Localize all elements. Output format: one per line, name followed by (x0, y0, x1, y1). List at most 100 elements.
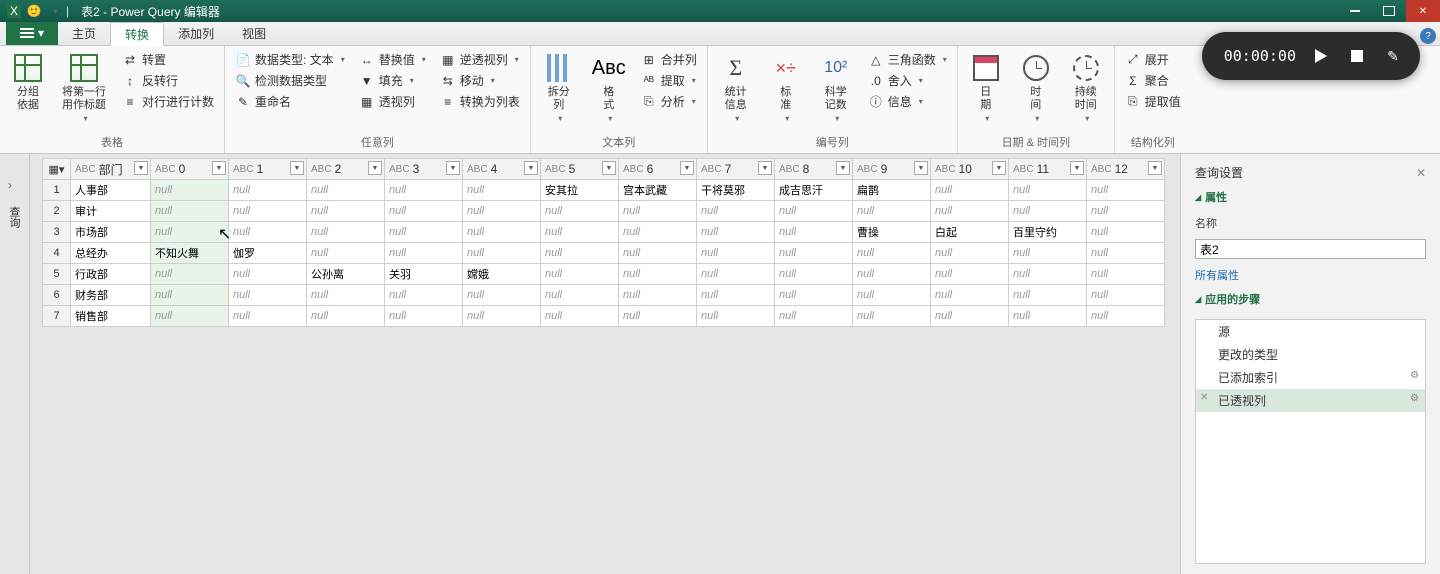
applied-step[interactable]: 更改的类型 (1196, 343, 1425, 366)
cell[interactable]: 市场部 (71, 222, 151, 243)
queries-pane-collapsed[interactable]: › 查询 (0, 154, 30, 574)
cell[interactable]: null (541, 201, 619, 222)
cell[interactable]: 曹操 (853, 222, 931, 243)
cell[interactable]: 公孙离 (307, 264, 385, 285)
step-settings-icon[interactable]: ⚙ (1410, 370, 1419, 381)
unpivot-button[interactable]: ▦逆透视列 (438, 50, 522, 69)
row-number[interactable]: 7 (43, 306, 71, 327)
file-tab[interactable]: ▾ (6, 21, 58, 45)
cell[interactable]: null (931, 306, 1009, 327)
data-grid[interactable]: ▦▾ABC部门▼ABC0▼ABC1▼ABC2▼ABC3▼ABC4▼ABC5▼AB… (42, 158, 1165, 327)
cell[interactable]: null (385, 222, 463, 243)
cell[interactable]: 人事部 (71, 180, 151, 201)
cell[interactable]: null (151, 222, 229, 243)
cell[interactable]: null (853, 306, 931, 327)
close-button[interactable] (1406, 0, 1440, 22)
expand-button[interactable]: ⤢展开 (1123, 50, 1183, 69)
cell[interactable]: null (931, 264, 1009, 285)
column-header[interactable]: ABC部门▼ (71, 159, 151, 180)
cell[interactable]: 扁鹊 (853, 180, 931, 201)
cell[interactable]: null (1087, 306, 1165, 327)
cell[interactable]: null (1087, 222, 1165, 243)
cell[interactable]: 总经办 (71, 243, 151, 264)
cell[interactable]: null (775, 285, 853, 306)
cell[interactable]: null (619, 222, 697, 243)
all-properties-link[interactable]: 所有属性 (1195, 267, 1426, 283)
applied-steps-section[interactable]: 应用的步骤 (1195, 291, 1426, 307)
applied-step[interactable]: ✕已透视列⚙ (1196, 389, 1425, 412)
cell[interactable]: null (931, 243, 1009, 264)
step-settings-icon[interactable]: ⚙ (1410, 393, 1419, 404)
cell[interactable]: null (1087, 243, 1165, 264)
cell[interactable]: null (307, 180, 385, 201)
filter-icon[interactable]: ▼ (602, 161, 616, 175)
cell[interactable]: null (463, 180, 541, 201)
query-name-input[interactable] (1195, 239, 1426, 259)
cell[interactable]: 嫦娥 (463, 264, 541, 285)
cell[interactable]: null (619, 264, 697, 285)
format-button[interactable]: Aʙᴄ格式 (589, 50, 629, 125)
column-header[interactable]: ABC1▼ (229, 159, 307, 180)
cell[interactable]: null (1009, 243, 1087, 264)
cell[interactable]: null (463, 222, 541, 243)
cell[interactable]: null (1009, 180, 1087, 201)
cell[interactable]: 伽罗 (229, 243, 307, 264)
cell[interactable]: null (853, 243, 931, 264)
cell[interactable]: null (151, 285, 229, 306)
cell[interactable]: null (151, 306, 229, 327)
table-row[interactable]: 6财务部nullnullnullnullnullnullnullnullnull… (43, 285, 1165, 306)
cell[interactable]: null (151, 180, 229, 201)
datatype-button[interactable]: 📄数据类型: 文本 (233, 50, 347, 69)
cell[interactable]: null (697, 306, 775, 327)
qat-dropdown[interactable] (46, 3, 62, 19)
cell[interactable]: null (385, 306, 463, 327)
cell[interactable]: null (229, 306, 307, 327)
cell[interactable]: null (229, 180, 307, 201)
cell[interactable]: null (385, 201, 463, 222)
tab-home[interactable]: 主页 (58, 21, 110, 45)
cell[interactable]: null (619, 285, 697, 306)
parse-button[interactable]: ⎘分析 (639, 92, 699, 111)
cell[interactable]: null (541, 243, 619, 264)
column-header[interactable]: ABC5▼ (541, 159, 619, 180)
timer-play-button[interactable] (1310, 45, 1332, 67)
column-header[interactable]: ABC8▼ (775, 159, 853, 180)
cell[interactable]: null (463, 285, 541, 306)
cell[interactable]: null (307, 222, 385, 243)
extract-button[interactable]: ᴬᴮ提取 (639, 71, 699, 90)
filter-icon[interactable]: ▼ (914, 161, 928, 175)
cell[interactable]: null (697, 243, 775, 264)
cell[interactable]: 干将莫邪 (697, 180, 775, 201)
cell[interactable]: 财务部 (71, 285, 151, 306)
cell[interactable]: null (229, 285, 307, 306)
column-header[interactable]: ABC9▼ (853, 159, 931, 180)
cell[interactable]: null (853, 201, 931, 222)
merge-columns-button[interactable]: ⊞合并列 (639, 50, 699, 69)
delete-step-icon[interactable]: ✕ (1200, 392, 1208, 403)
column-header[interactable]: ABC11▼ (1009, 159, 1087, 180)
cell[interactable]: null (1009, 285, 1087, 306)
cell[interactable]: null (229, 201, 307, 222)
row-number[interactable]: 5 (43, 264, 71, 285)
column-header[interactable]: ABC6▼ (619, 159, 697, 180)
move-button[interactable]: ⇆移动 (438, 71, 522, 90)
row-number[interactable]: 6 (43, 285, 71, 306)
cell[interactable]: null (619, 306, 697, 327)
row-number[interactable]: 1 (43, 180, 71, 201)
cell[interactable]: null (931, 180, 1009, 201)
table-row[interactable]: 5行政部nullnull公孙离关羽嫦娥nullnullnullnullnulln… (43, 264, 1165, 285)
tolist-button[interactable]: ≡转换为列表 (438, 92, 522, 111)
minimize-button[interactable] (1338, 0, 1372, 22)
row-number[interactable]: 3 (43, 222, 71, 243)
standard-button[interactable]: ×÷标准 (766, 50, 806, 125)
cell[interactable]: null (307, 243, 385, 264)
cell[interactable]: null (697, 201, 775, 222)
cell[interactable]: null (151, 201, 229, 222)
cell[interactable]: null (1009, 306, 1087, 327)
cell[interactable]: null (541, 285, 619, 306)
cell[interactable]: null (1087, 264, 1165, 285)
cell[interactable]: null (775, 243, 853, 264)
smiley-icon[interactable]: 🙂 (26, 3, 42, 19)
row-number[interactable]: 4 (43, 243, 71, 264)
cell[interactable]: null (229, 222, 307, 243)
